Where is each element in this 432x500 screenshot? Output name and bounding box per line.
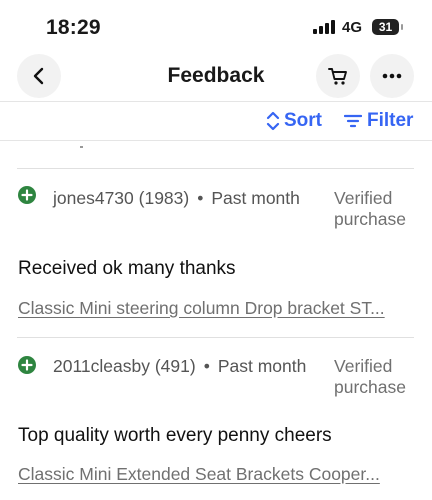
feedback-user[interactable]: 2011cleasby (491): [53, 356, 196, 376]
signal-icon: [313, 20, 335, 34]
feedback-comment: Received ok many thanks: [18, 258, 236, 279]
positive-rating-icon: [18, 186, 36, 204]
cart-icon: [328, 68, 347, 85]
feedback-time: Past month: [217, 356, 307, 376]
more-button[interactable]: [370, 54, 414, 98]
separator-dot: •: [197, 188, 204, 208]
separator-dot: •: [203, 356, 210, 376]
feedback-item-link[interactable]: Classic Mini Extended Seat Brackets Coop…: [18, 464, 414, 485]
row-divider: [17, 337, 414, 338]
sort-label: Sort: [284, 110, 322, 131]
feedback-meta: 2011cleasby (491) • Past month: [53, 356, 306, 377]
feedback-item-link[interactable]: Classic Mini steering column Drop bracke…: [18, 298, 414, 319]
cart-button[interactable]: [316, 54, 360, 98]
verified-purchase-label: Verified purchase: [334, 188, 406, 229]
header-divider: [0, 101, 432, 102]
filter-label: Filter: [367, 110, 414, 131]
toolbar-divider: [0, 140, 432, 141]
verified-purchase-label: Verified purchase: [334, 356, 406, 397]
feedback-meta: jones4730 (1983) • Past month: [53, 188, 300, 209]
battery-icon: 31: [372, 19, 403, 35]
feedback-time: Past month: [211, 188, 300, 208]
row-divider: [17, 168, 414, 169]
positive-rating-icon: [18, 356, 36, 374]
network-type: 4G: [342, 19, 363, 36]
sort-button[interactable]: Sort: [266, 109, 322, 133]
filter-lines-icon: [344, 114, 362, 128]
status-bar: 18:29 4G 31: [0, 0, 432, 50]
feedback-comment: Top quality worth every penny cheers: [18, 425, 332, 446]
status-time: 18:29: [46, 16, 101, 39]
page-title: Feedback: [167, 64, 265, 87]
sort-arrows-icon: [266, 111, 280, 131]
header: Feedback: [0, 52, 432, 102]
filter-button[interactable]: Filter: [344, 109, 413, 133]
more-horizontal-icon: [382, 73, 402, 79]
previous-item-remnant: [80, 146, 83, 148]
feedback-user[interactable]: jones4730 (1983): [53, 188, 189, 208]
